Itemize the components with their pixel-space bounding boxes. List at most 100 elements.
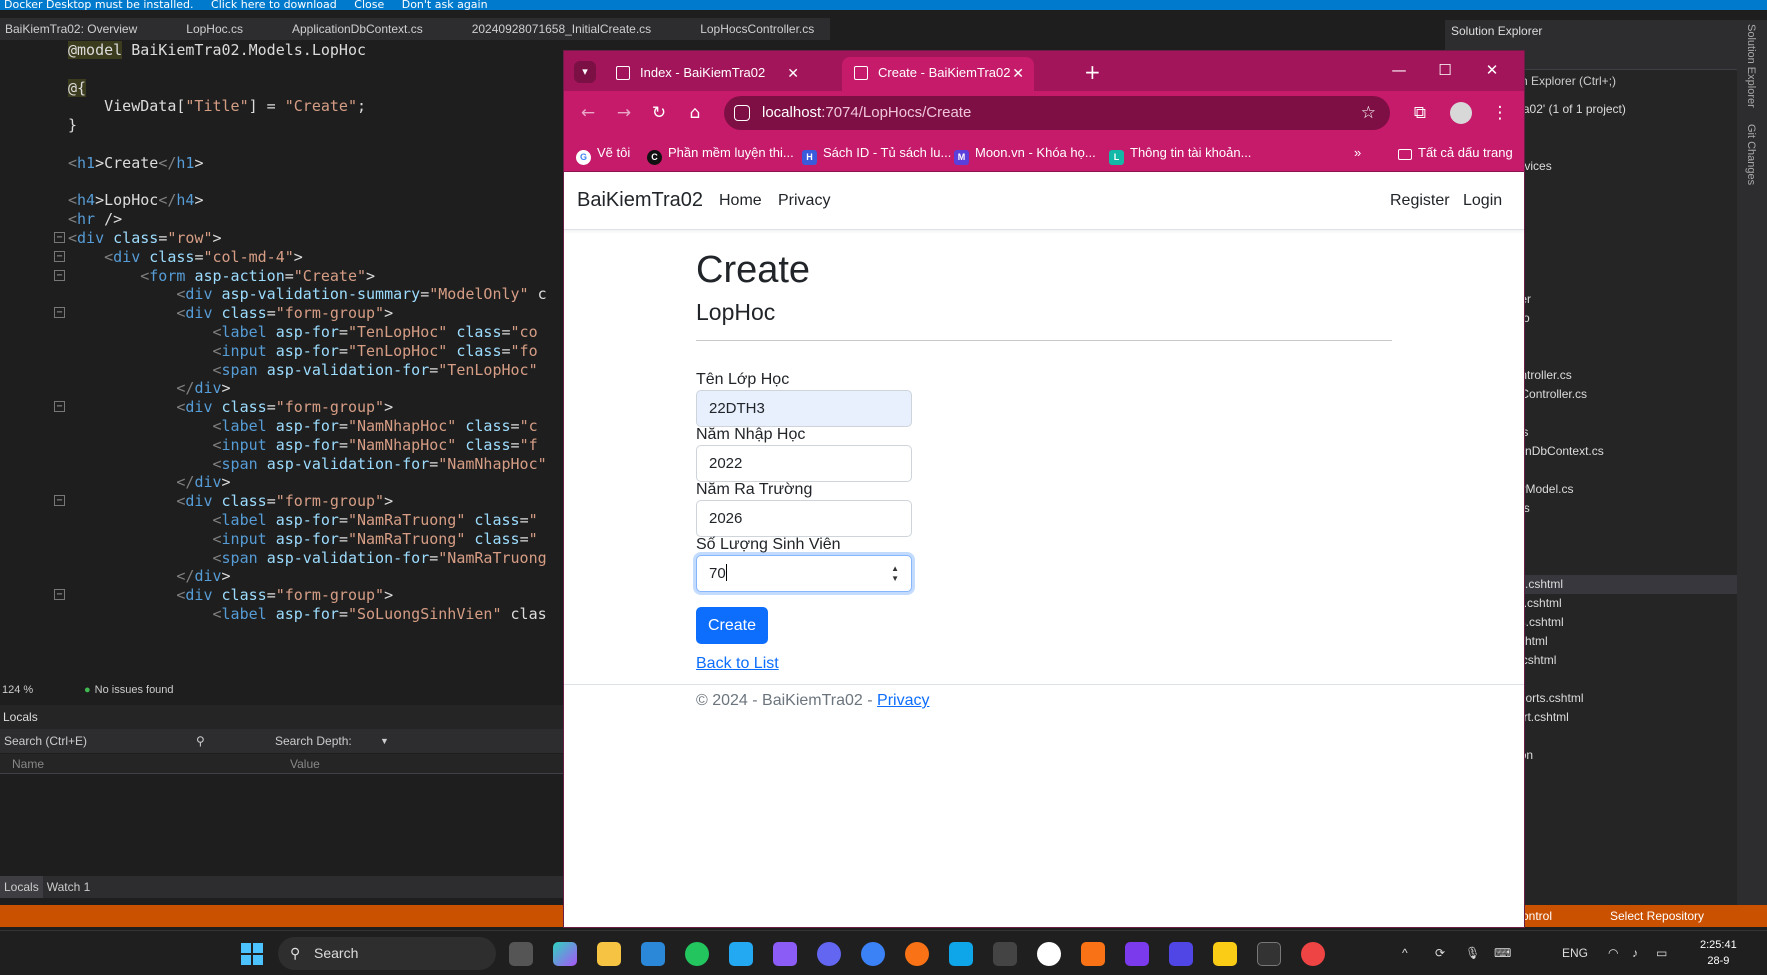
tab-locals[interactable]: Locals [0,876,43,898]
fold-toggle-icon[interactable]: − [54,269,65,281]
taskbar-search[interactable]: ⚲ Search [278,937,496,970]
messenger-icon[interactable] [817,942,841,966]
more-bookmarks-icon[interactable]: » [1354,144,1361,162]
site-brand[interactable]: BaiKiemTra02 [577,189,703,212]
create-button[interactable]: Create [696,607,768,644]
close-window-icon[interactable]: ✕ [1477,57,1507,83]
tab-search-icon[interactable]: ▾ [574,61,596,83]
all-bookmarks[interactable]: Tất cả dấu trang [1398,144,1513,162]
file-explorer-icon[interactable] [597,942,621,966]
volume-icon[interactable]: ♪ [1632,943,1638,963]
locals-search-input[interactable]: Search (Ctrl+E) [4,729,87,753]
forward-icon[interactable]: → [613,101,635,125]
app-icon-2[interactable] [1125,942,1149,966]
wifi-icon[interactable]: ◠ [1608,943,1618,963]
task-view-icon[interactable] [509,942,533,966]
tab-create[interactable]: Create - BaiKiemTra02 ✕ [842,57,1034,91]
code-line[interactable]: } [68,115,77,136]
visual-studio-icon[interactable] [773,942,797,966]
nav-home[interactable]: Home [719,192,762,210]
code-line[interactable]: @model BaiKiemTra02.Models.LopHoc [68,40,366,61]
figma-icon[interactable] [993,942,1017,966]
windows-start-icon[interactable] [240,942,264,966]
back-icon[interactable]: ← [577,101,599,125]
code-line[interactable]: <label asp-for="SoLuongSinhVien" clas [68,604,547,625]
vs-tab-dbcontext[interactable]: ApplicationDbContext.cs [287,18,429,40]
fold-toggle-icon[interactable]: − [54,401,65,413]
app-icon[interactable] [1081,942,1105,966]
language-indicator[interactable]: ENG [1562,943,1588,963]
bookmark-5[interactable]: L Thông tin tài khoản... [1109,144,1251,165]
select-repository[interactable]: Select Repository [1610,905,1704,927]
extensions-icon[interactable]: ⧉ [1409,101,1431,125]
col-name[interactable]: Name [12,754,44,774]
terminal-icon[interactable] [1257,942,1281,966]
maximize-icon[interactable]: ☐ [1430,57,1460,83]
code-line[interactable]: ViewData["Title"] = "Create"; [68,96,366,117]
address-bar[interactable]: localhost:7074/LopHocs/Create ☆ [724,96,1390,130]
close-icon[interactable]: ✕ [1012,57,1024,89]
input-nam-nhap-hoc[interactable]: 2022 [696,445,912,482]
notice-close-link[interactable]: Close [354,0,384,10]
col-value[interactable]: Value [290,754,320,774]
bookmark-4[interactable]: M Moon.vn - Khóa họ... [954,144,1096,165]
close-icon[interactable]: ✕ [787,57,799,89]
edge-dev-icon[interactable] [685,942,709,966]
vs-tab-migration[interactable]: 20240928071658_InitialCreate.cs [467,18,657,40]
notepad-icon[interactable] [1213,942,1237,966]
fold-toggle-icon[interactable]: − [54,232,65,243]
fold-toggle-icon[interactable]: − [54,307,65,319]
site-info-icon[interactable] [734,105,750,121]
code-editor[interactable]: @model BaiKiemTra02.Models.LopHoc @{ View… [0,40,566,680]
zoom-level[interactable]: 124 % [0,680,70,700]
nav-login[interactable]: Login [1463,192,1502,210]
keyboard-icon[interactable]: ⌨ [1494,943,1511,963]
system-clock[interactable]: 2:25:41 28-9 [1700,937,1737,969]
battery-icon[interactable]: ▭ [1656,943,1667,963]
input-nam-ra-truong[interactable]: 2026 [696,500,912,537]
nav-privacy[interactable]: Privacy [778,192,830,210]
sync-icon[interactable]: ⟳ [1435,943,1445,963]
fold-toggle-icon[interactable]: − [54,589,65,601]
tray-chevron-icon[interactable]: ^ [1402,943,1408,963]
number-spinner[interactable]: ▲ ▼ [891,564,899,584]
fold-toggle-icon[interactable]: − [54,495,65,507]
tab-watch1[interactable]: Watch 1 [43,876,95,898]
input-ten-lop-hoc[interactable]: 22DTH3 [696,390,912,427]
search-depth-dropdown[interactable]: ▼ [380,729,389,753]
teams-icon[interactable] [1169,942,1193,966]
side-tab-solution[interactable]: Solution Explorer [1745,24,1757,108]
tab-index[interactable]: Index - BaiKiemTra02 ✕ [604,57,809,91]
side-tab-git[interactable]: Git Changes [1745,124,1757,185]
menu-icon[interactable]: ⋮ [1489,101,1511,125]
profile-avatar[interactable] [1450,102,1472,124]
input-so-luong-sinh-vien[interactable]: 70 ▲ ▼ [696,555,912,592]
status-control[interactable]: ontrol [1522,905,1552,927]
notice-download-link[interactable]: Click here to download [211,0,337,10]
nav-register[interactable]: Register [1390,192,1450,210]
zalo-icon[interactable] [861,942,885,966]
notice-dont-ask-link[interactable]: Don't ask again [402,0,488,10]
bookmark-2[interactable]: C Phần mềm luyện thi... [647,144,794,165]
vs-tab-overview[interactable]: BaiKiemTra02: Overview [0,18,143,40]
reload-icon[interactable]: ↻ [648,101,670,125]
vs-tab-lophoc[interactable]: LopHoc.cs [181,18,249,40]
new-tab-icon[interactable]: + [1084,59,1101,85]
minimize-icon[interactable]: — [1384,57,1414,83]
mic-muted-icon[interactable]: 🎙 [1465,943,1480,963]
star-icon[interactable]: ☆ [1361,96,1376,130]
footer-privacy-link[interactable]: Privacy [877,692,929,709]
vs-tab-controller[interactable]: LopHocsController.cs [695,18,820,40]
copilot-icon[interactable] [553,942,577,966]
vscode-icon[interactable] [729,942,753,966]
bookmark-3[interactable]: H Sách ID - Tủ sách lu... [802,144,951,165]
github-icon[interactable] [1037,942,1061,966]
firefox-icon[interactable] [905,942,929,966]
code-line[interactable]: <h1>Create</h1> [68,153,203,174]
home-icon[interactable]: ⌂ [684,101,706,125]
skype-icon[interactable] [949,942,973,966]
bookmark-1[interactable]: G Vẽ tôi [576,144,630,165]
search-icon[interactable]: ⚲ [196,729,205,753]
fold-toggle-icon[interactable]: − [54,250,65,262]
store-icon[interactable] [641,942,665,966]
